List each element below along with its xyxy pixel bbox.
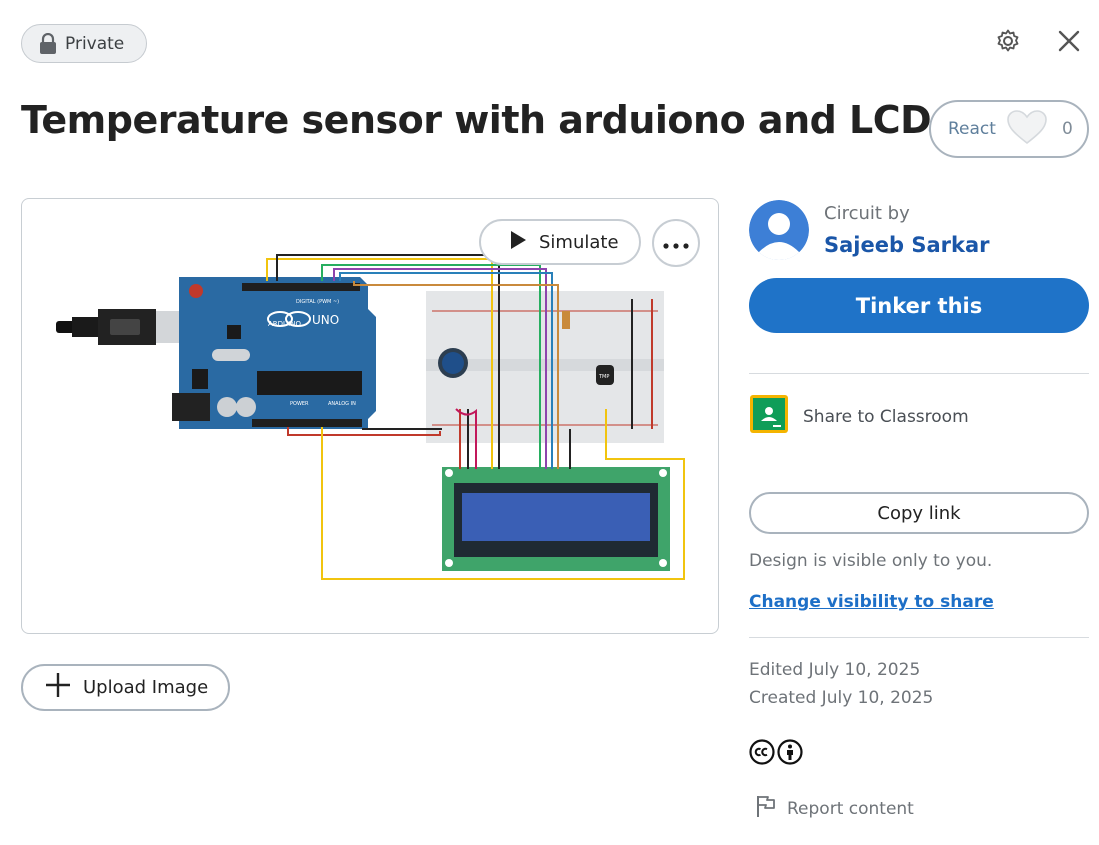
close-button[interactable] [1052, 26, 1086, 60]
sensor-label: TMP [598, 374, 609, 380]
created-date: Created July 10, 2025 [749, 688, 934, 708]
power-label: POWER [290, 401, 309, 407]
avatar[interactable] [749, 200, 809, 260]
close-icon [1057, 29, 1081, 57]
share-to-classroom-button[interactable]: Share to Classroom [749, 394, 969, 439]
simulate-label: Simulate [539, 231, 619, 253]
react-count: 0 [1061, 119, 1073, 139]
lock-icon [39, 32, 57, 55]
flag-icon [755, 794, 777, 823]
analog-label: ANALOG IN [328, 401, 356, 407]
circuit-preview[interactable]: ARDUINO UNO DIGITAL (PWM ~) POWER ANALOG… [21, 198, 719, 634]
plus-icon [45, 672, 71, 703]
privacy-label: Private [65, 33, 125, 54]
upload-label: Upload Image [83, 677, 209, 698]
circuit-by-label: Circuit by [824, 203, 910, 224]
divider [749, 637, 1089, 638]
change-visibility-link[interactable]: Change visibility to share [749, 592, 994, 612]
report-label: Report content [787, 798, 914, 819]
lcd-display [442, 467, 670, 571]
page-title: Temperature sensor with arduiono and LCD [21, 98, 932, 142]
cc-icon [749, 739, 775, 769]
digital-label: DIGITAL (PWM ~) [296, 299, 339, 305]
more-options-button[interactable] [652, 219, 700, 267]
visibility-note: Design is visible only to you. [749, 551, 993, 571]
divider [749, 373, 1089, 374]
arduino-board: ARDUINO UNO DIGITAL (PWM ~) POWER ANALOG… [172, 277, 376, 429]
license-badge[interactable] [749, 739, 803, 769]
heart-icon [1006, 109, 1048, 150]
edited-date: Edited July 10, 2025 [749, 660, 921, 680]
google-classroom-icon [749, 394, 789, 439]
tinker-this-button[interactable]: Tinker this [749, 278, 1089, 333]
privacy-chip[interactable]: Private [21, 24, 147, 63]
share-classroom-label: Share to Classroom [803, 406, 969, 427]
simulate-button[interactable]: Simulate [479, 219, 641, 265]
more-dots-icon [663, 234, 689, 253]
react-label: React [948, 119, 996, 139]
settings-button[interactable] [991, 26, 1025, 60]
upload-image-button[interactable]: Upload Image [21, 664, 230, 711]
uno-label: UNO [312, 313, 339, 327]
play-icon [509, 230, 527, 255]
react-button[interactable]: React 0 [929, 100, 1089, 158]
gear-icon [995, 28, 1021, 58]
author-link[interactable]: Sajeeb Sarkar [824, 233, 989, 257]
copy-link-button[interactable]: Copy link [749, 492, 1089, 534]
report-content-button[interactable]: Report content [755, 794, 914, 823]
attribution-icon [777, 739, 803, 769]
